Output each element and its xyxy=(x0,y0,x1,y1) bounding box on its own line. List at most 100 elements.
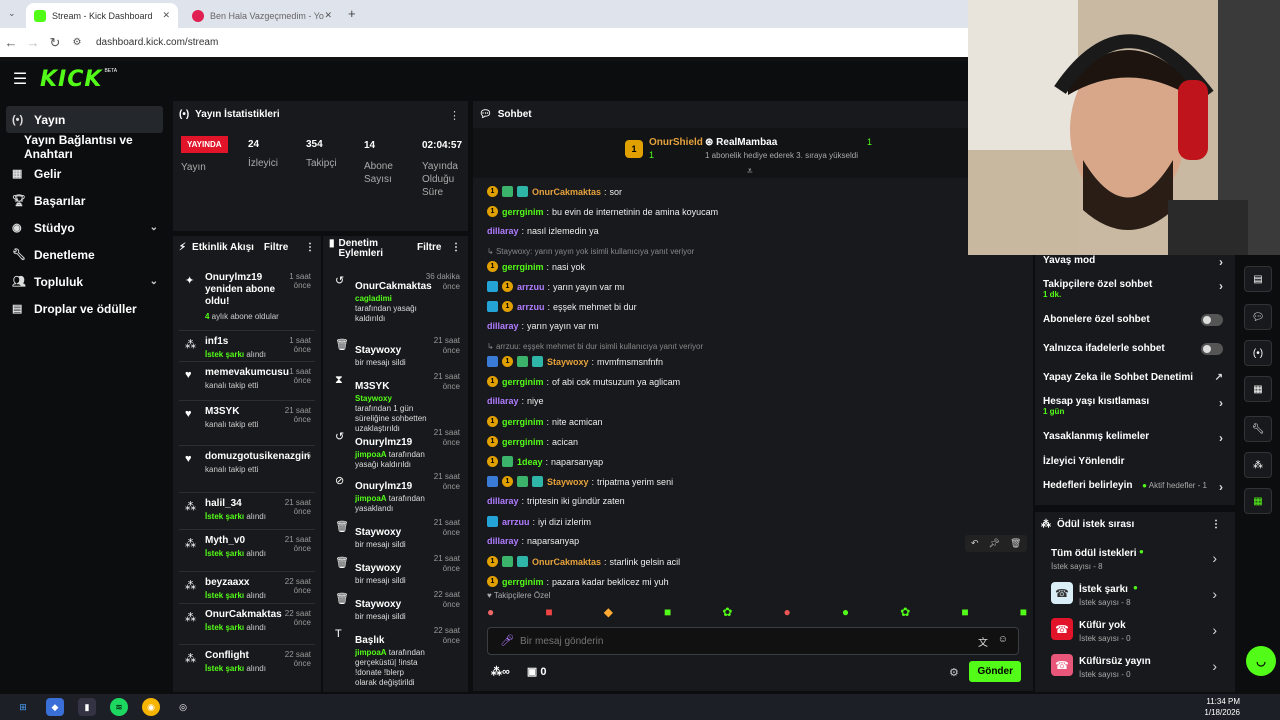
activity-user[interactable]: Conflight xyxy=(205,650,287,662)
chrome-icon[interactable]: ◉ xyxy=(142,698,160,716)
emote-icon[interactable]: ■ xyxy=(961,605,968,621)
sidebar-item-gelir[interactable]: ▦ Gelir xyxy=(0,160,172,187)
chat-message[interactable]: dillaray: triptesin iki gündür zaten xyxy=(487,496,625,506)
activity-user[interactable]: halil_34 xyxy=(205,498,287,510)
chat-message[interactable]: 1 gerrginim: nite acmican xyxy=(487,416,603,427)
activity-user[interactable]: M3SYK xyxy=(205,406,287,418)
setting-row[interactable]: Hesap yaşı kısıtlaması 1 gün › xyxy=(1043,396,1229,420)
chat-username[interactable]: dillaray xyxy=(487,536,519,546)
chat-message[interactable]: 1 gerrginim: nasi yok xyxy=(487,261,585,272)
menu-icon[interactable]: ☰ xyxy=(0,69,40,89)
support-chat-icon[interactable]: ◡ xyxy=(1246,646,1276,676)
chat-message[interactable]: 1 gerrginim: acican xyxy=(487,436,578,447)
top-gifter-name[interactable]: OnurShield xyxy=(649,137,703,148)
activity-user[interactable]: beyzaaxx xyxy=(205,577,287,589)
filter-button[interactable]: Filtre xyxy=(264,242,288,253)
sidebar-item-yayin[interactable]: (•) Yayın xyxy=(6,106,163,133)
pin-icon[interactable]: 📌︎ xyxy=(989,538,1000,549)
reload-icon[interactable]: ↻ xyxy=(44,35,66,51)
url-field[interactable]: dashboard.kick.com/stream xyxy=(96,37,218,48)
browser-tab-youtube[interactable]: Ben Hala Vazgeçmedim - Yo ✕ xyxy=(184,3,340,28)
chat-message[interactable]: dillaray: nasıl izlemedin ya xyxy=(487,226,599,236)
gifter-name[interactable]: RealMambaa xyxy=(716,137,777,148)
chat-username[interactable]: gerrginim xyxy=(502,377,544,387)
back-icon[interactable]: ← xyxy=(0,35,22,50)
chat-username[interactable]: dillaray xyxy=(487,396,519,406)
emote-icon[interactable]: ● xyxy=(487,605,494,621)
moderation-target[interactable]: Staywoxy xyxy=(355,563,401,574)
chat-message[interactable]: 1 Staywoxy: tripatma yerim seni xyxy=(487,476,673,487)
moderation-target[interactable]: Staywoxy xyxy=(355,527,401,538)
activity-user[interactable]: memevakumcusu xyxy=(205,367,289,379)
chat-username[interactable]: Staywoxy xyxy=(547,477,589,487)
chat-message[interactable]: 1 arrzuu: eşşek mehmet bi dur xyxy=(487,301,637,312)
chat-message[interactable]: 1 OnurCakmaktas: sor xyxy=(487,186,622,197)
sidebar-item-stream-key[interactable]: Yayın Bağlantısı ve Anahtarı xyxy=(0,133,172,161)
all-rewards-row[interactable]: Tüm ödül istekleri ● İstek sayısı - 8 › xyxy=(1035,544,1235,574)
more-options-icon[interactable]: ⋮ xyxy=(449,109,460,122)
emote-icon[interactable]: ✿ xyxy=(722,605,732,621)
tab-list-icon[interactable]: ⌄ xyxy=(8,8,16,19)
setting-row[interactable]: Yalnızca ifadelerle sohbet xyxy=(1043,343,1229,367)
notes-icon[interactable]: ▤ xyxy=(1244,266,1272,292)
chat-message[interactable]: dillaray: naparsanyap xyxy=(487,536,579,546)
chat-username[interactable]: OnurCakmaktas xyxy=(532,557,601,567)
chat-username[interactable]: gerrginim xyxy=(502,577,544,587)
kick-logo[interactable]: KICK xyxy=(40,67,102,92)
activity-user[interactable]: domuzgotusikenazgin xyxy=(205,451,310,463)
rewards-icon[interactable]: ⁂ xyxy=(1244,452,1272,478)
chat-message[interactable]: 1 gerrginim: bu evin de internetinin de am… xyxy=(487,206,718,217)
emote-icon[interactable]: ✿ xyxy=(900,605,910,621)
chat-username[interactable]: 1deay xyxy=(517,457,543,467)
clean-stream-row[interactable]: Küfürsüz yayın İstek sayısı - 0 › xyxy=(1035,652,1235,682)
emote-icon[interactable]: ◆ xyxy=(604,605,613,621)
chat-username[interactable]: dillaray xyxy=(487,496,519,506)
chat-message[interactable]: 1 gerrginim: pazara kadar beklicez mi yuh xyxy=(487,576,669,587)
toggle-switch[interactable] xyxy=(1201,314,1223,326)
emote-icon[interactable]: ■ xyxy=(545,605,552,621)
translate-icon[interactable]: 文 xyxy=(978,634,988,649)
emote-icon[interactable]: ● xyxy=(784,605,791,621)
layout-icon[interactable]: ▦ xyxy=(1244,376,1272,402)
more-options-icon[interactable]: ⋮ xyxy=(451,243,461,253)
spotify-icon[interactable]: ≋ xyxy=(110,698,128,716)
chat-message[interactable]: 1 arrzuu: yarın yayın var mı xyxy=(487,281,625,292)
more-options-icon[interactable]: ⋮ xyxy=(1211,519,1221,530)
activity-user[interactable]: OnurCakmaktas xyxy=(205,609,287,621)
reply-icon[interactable]: ↶ xyxy=(971,538,979,549)
delete-icon[interactable]: 🗑︎ xyxy=(1010,538,1021,549)
setting-row[interactable]: Yapay Zeka ile Sohbet Denetimi ↗ xyxy=(1043,372,1229,396)
mic-icon[interactable]: 🎤︎ xyxy=(500,634,514,647)
setting-row[interactable]: Takipçilere özel sohbet 1 dk. › xyxy=(1043,279,1229,303)
close-tab-icon[interactable]: ✕ xyxy=(324,10,332,21)
chat-message[interactable]: 1 Staywoxy: mvmfmsmsnfnfn xyxy=(487,356,663,367)
emote-icon[interactable]: ■ xyxy=(664,605,671,621)
site-info-icon[interactable]: ⚙ xyxy=(66,37,88,48)
moderation-target[interactable]: OnurCakmaktas xyxy=(355,281,432,292)
chat-username[interactable]: Staywoxy xyxy=(547,357,589,367)
chat-message[interactable]: 1 gerrginim: of abi cok mutsuzum ya aglica… xyxy=(487,376,680,387)
chat-username[interactable]: gerrginim xyxy=(502,437,544,447)
song-request-row[interactable]: İstek şarkı ● İstek sayısı - 8 › xyxy=(1035,580,1235,610)
chat-username[interactable]: dillaray xyxy=(487,321,519,331)
send-button[interactable]: Gönder xyxy=(969,661,1021,682)
emoji-icon[interactable]: ☺ xyxy=(998,634,1008,645)
chat-message[interactable]: arrzuu: iyi dizi izlerim xyxy=(487,516,591,527)
setting-row[interactable]: Yavaş mod › xyxy=(1043,255,1229,279)
sidebar-item-basarilar[interactable]: 🏆︎ Başarılar xyxy=(0,187,172,214)
emote-icon[interactable]: ■ xyxy=(1020,605,1027,621)
chat-username[interactable]: gerrginim xyxy=(502,262,544,272)
sidebar-item-droplar[interactable]: ▤ Droplar ve ödüller xyxy=(0,295,172,322)
chat-message[interactable]: dillaray: niye xyxy=(487,396,544,406)
new-tab-icon[interactable]: + xyxy=(348,6,356,21)
chat-username[interactable]: dillaray xyxy=(487,226,519,236)
settings-icon[interactable]: ⚙ xyxy=(949,666,959,679)
chat-username[interactable]: arrzuu xyxy=(502,517,530,527)
points-display[interactable]: ⁂∞ ▣ 0 xyxy=(491,665,546,678)
chat-username[interactable]: gerrginim xyxy=(502,207,544,217)
more-options-icon[interactable]: ⋮ xyxy=(305,242,315,253)
chat-username[interactable]: arrzuu xyxy=(517,282,545,292)
activity-user[interactable]: Myth_v0 xyxy=(205,535,287,547)
windows-start-icon[interactable]: ⊞ xyxy=(14,698,32,716)
sidebar-item-studyo[interactable]: ◉ Stüdyo ⌄ xyxy=(0,214,172,241)
